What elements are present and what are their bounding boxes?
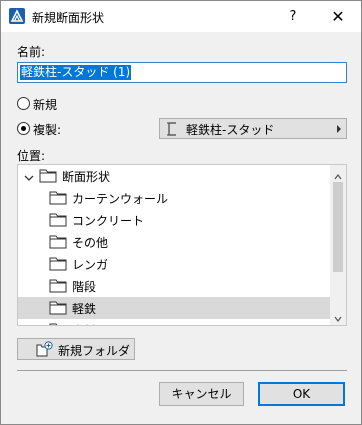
profile-icon [166, 122, 178, 139]
close-button[interactable]: ✕ [323, 6, 353, 28]
tree-item-wood[interactable]: 木材 [18, 319, 331, 325]
location-label: 位置: [17, 149, 46, 163]
new-folder-button[interactable]: 新規フォルダ [17, 338, 135, 360]
new-radio[interactable] [17, 97, 30, 110]
scroll-down-icon[interactable] [334, 312, 342, 322]
name-input[interactable]: 軽鉄柱-スタッド (1) [17, 62, 347, 83]
duplicate-radio[interactable] [17, 122, 30, 135]
new-folder-label: 新規フォルダ [58, 344, 131, 358]
name-label: 名前: [17, 45, 46, 59]
tree-item-label: カーテンウォール [72, 192, 169, 206]
tree-root-label: 断面形状 [62, 170, 111, 184]
name-input-value: 軽鉄柱-スタッド (1) [20, 65, 132, 80]
help-button[interactable]: ? [278, 6, 308, 28]
title-bar: 新規断面形状 ? ✕ [1, 1, 361, 32]
new-folder-icon [36, 341, 54, 360]
tree-item-label: 階段 [72, 280, 97, 294]
tree-scrollbar[interactable] [330, 165, 346, 325]
window-title: 新規断面形状 [32, 11, 105, 25]
duplicate-source-value: 軽鉄柱-スタッド [186, 123, 275, 137]
app-icon [9, 8, 25, 24]
chevron-down-icon[interactable] [24, 171, 34, 185]
new-profile-dialog: 新規断面形状 ? ✕ 名前: 軽鉄柱-スタッド (1) 新規 複製: 軽鉄柱-ス… [0, 0, 362, 425]
folder-icon [49, 190, 67, 208]
folder-icon [49, 322, 67, 325]
folder-icon [49, 212, 67, 230]
tree-item-label: その他 [72, 236, 109, 250]
tree-item-other[interactable]: その他 [18, 231, 331, 253]
folder-icon [49, 234, 67, 252]
tree-item-light-steel[interactable]: 軽鉄 [18, 297, 331, 319]
folder-icon [39, 168, 57, 186]
separator [17, 370, 347, 371]
tree-item-label: コンクリート [72, 214, 145, 228]
tree-item-label: 木材 [72, 322, 96, 325]
tree-item-label: レンガ [72, 258, 109, 272]
scrollbar-thumb[interactable] [333, 182, 343, 272]
tree-item-stairs[interactable]: 階段 [18, 275, 331, 297]
scroll-up-icon[interactable] [334, 170, 342, 180]
ok-button[interactable]: OK [258, 382, 345, 406]
tree-item-label: 軽鉄 [72, 302, 97, 316]
location-tree[interactable]: 断面形状 カーテンウォール コンクリート その他 レンガ 階段 軽鉄 [17, 164, 347, 326]
tree-item-curtain-wall[interactable]: カーテンウォール [18, 187, 331, 209]
tree-item-concrete[interactable]: コンクリート [18, 209, 331, 231]
cancel-button[interactable]: キャンセル [159, 382, 244, 406]
folder-icon [49, 278, 67, 296]
tree-root-row[interactable]: 断面形状 [18, 165, 331, 187]
folder-icon [49, 256, 67, 274]
folder-icon [49, 300, 67, 318]
new-radio-label: 新規 [33, 98, 58, 112]
duplicate-source-select[interactable]: 軽鉄柱-スタッド [159, 118, 347, 139]
duplicate-radio-label: 複製: [33, 123, 62, 137]
tree-item-brick[interactable]: レンガ [18, 253, 331, 275]
chevron-right-icon [337, 125, 341, 133]
